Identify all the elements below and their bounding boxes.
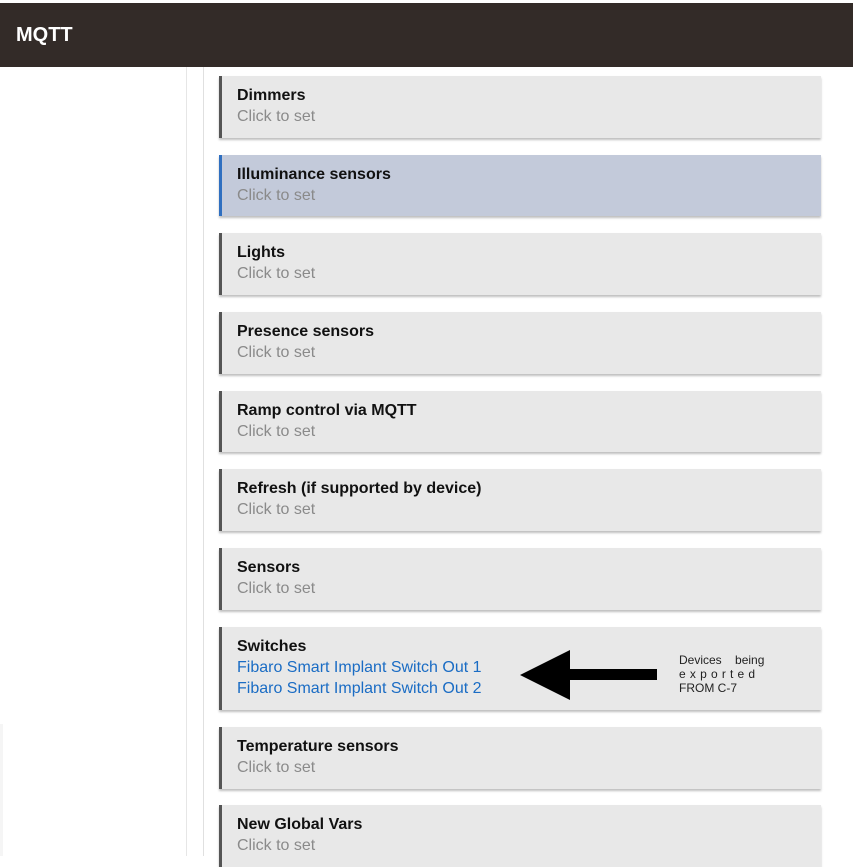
setting-value: Click to set (237, 108, 316, 125)
setting-value: Click to set (237, 580, 316, 597)
setting-value: Click to set (237, 187, 316, 204)
setting-ramp-control[interactable]: Ramp control via MQTT Click to set (219, 391, 821, 452)
sidebar-edge (0, 724, 3, 856)
setting-value: Click to set (237, 837, 316, 854)
annotation-line: exported (679, 667, 760, 681)
setting-label: Sensors (237, 559, 301, 576)
setting-presence-sensors[interactable]: Presence sensors Click to set (219, 312, 821, 374)
setting-label: Lights (237, 244, 285, 261)
setting-temperature-sensors[interactable]: Temperature sensors Click to set (219, 727, 821, 789)
setting-value: Click to set (237, 423, 316, 440)
setting-label: Ramp control via MQTT (237, 402, 417, 419)
setting-dimmers[interactable]: Dimmers Click to set (219, 76, 821, 138)
sidebar (0, 67, 187, 856)
annotation-note: Devices being exported FROM C-7 (679, 653, 779, 695)
setting-lights[interactable]: Lights Click to set (219, 233, 821, 295)
left-arrow-icon (520, 650, 657, 700)
setting-value: Click to set (237, 501, 316, 518)
setting-value: Click to set (237, 759, 316, 776)
app-header: MQTT (0, 3, 853, 67)
setting-value: Click to set (237, 344, 316, 361)
setting-label: Temperature sensors (237, 738, 399, 755)
setting-label: New Global Vars (237, 816, 363, 833)
annotation-line: Devices being (679, 653, 765, 667)
setting-value: Click to set (237, 265, 316, 282)
setting-label: Refresh (if supported by device) (237, 480, 482, 497)
setting-sensors[interactable]: Sensors Click to set (219, 548, 821, 610)
setting-label: Presence sensors (237, 323, 374, 340)
setting-new-global-vars[interactable]: New Global Vars Click to set (219, 805, 821, 867)
annotation-line: FROM C-7 (679, 681, 737, 695)
setting-illuminance-sensors[interactable]: Illuminance sensors Click to set (219, 155, 821, 216)
content-divider (203, 67, 204, 856)
setting-refresh[interactable]: Refresh (if supported by device) Click t… (219, 469, 821, 531)
setting-label: Illuminance sensors (237, 166, 391, 183)
app-title: MQTT (16, 23, 73, 46)
setting-label: Dimmers (237, 87, 306, 104)
